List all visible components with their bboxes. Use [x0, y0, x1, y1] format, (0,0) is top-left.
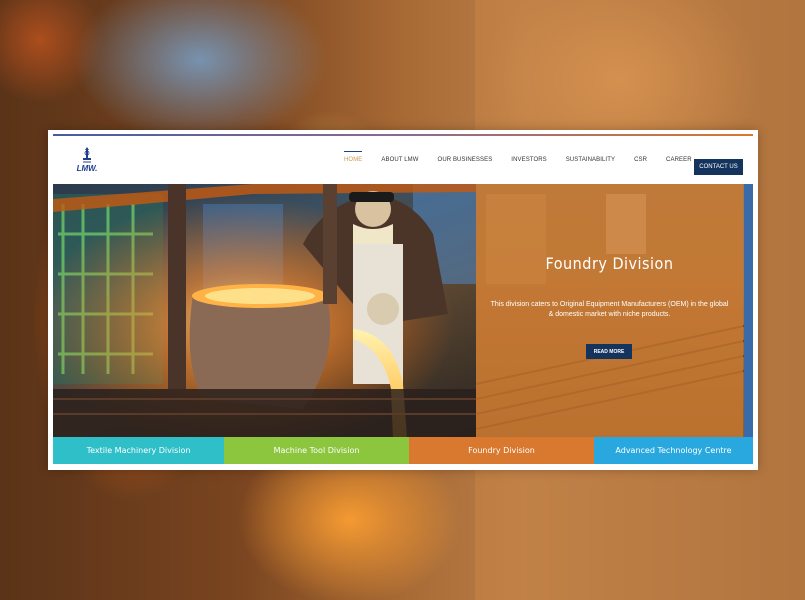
logo-emblem-icon — [83, 147, 91, 163]
nav-investors[interactable]: INVESTORS — [511, 157, 546, 163]
nav-home[interactable]: HOME — [344, 151, 363, 163]
nav-our-businesses[interactable]: OUR BUSINESSES — [438, 157, 493, 163]
foundry-worker-illustration — [53, 184, 476, 438]
top-accent-line — [53, 134, 753, 136]
logo-text: LMW. — [76, 164, 98, 173]
hero-content-panel: Foundry Division This division caters to… — [476, 184, 743, 438]
nav-career[interactable]: CAREER — [666, 157, 692, 163]
division-tabs: Textile Machinery Division Machine Tool … — [53, 437, 753, 464]
main-navigation: HOME ABOUT LMW OUR BUSINESSES INVESTORS … — [344, 151, 692, 163]
read-more-button[interactable]: READ MORE — [586, 344, 632, 359]
nav-about-lmw[interactable]: ABOUT LMW — [381, 157, 418, 163]
tab-advanced-technology-centre[interactable]: Advanced Technology Centre — [594, 437, 753, 464]
contact-us-button[interactable]: CONTACT US — [694, 159, 743, 175]
lmw-logo[interactable]: LMW. — [72, 146, 102, 176]
nav-csr[interactable]: CSR — [634, 157, 647, 163]
hero-title: Foundry Division — [545, 254, 674, 273]
nav-sustainability[interactable]: SUSTAINABILITY — [566, 157, 615, 163]
hero-description: This division caters to Original Equipme… — [490, 301, 729, 318]
tab-textile-machinery-division[interactable]: Textile Machinery Division — [53, 437, 224, 464]
tab-machine-tool-division[interactable]: Machine Tool Division — [224, 437, 409, 464]
hero-banner: Foundry Division This division caters to… — [53, 184, 753, 438]
hero-foundry-photo — [53, 184, 476, 438]
tab-foundry-division[interactable]: Foundry Division — [409, 437, 594, 464]
website-frame: LMW. HOME ABOUT LMW OUR BUSINESSES INVES… — [48, 130, 758, 470]
